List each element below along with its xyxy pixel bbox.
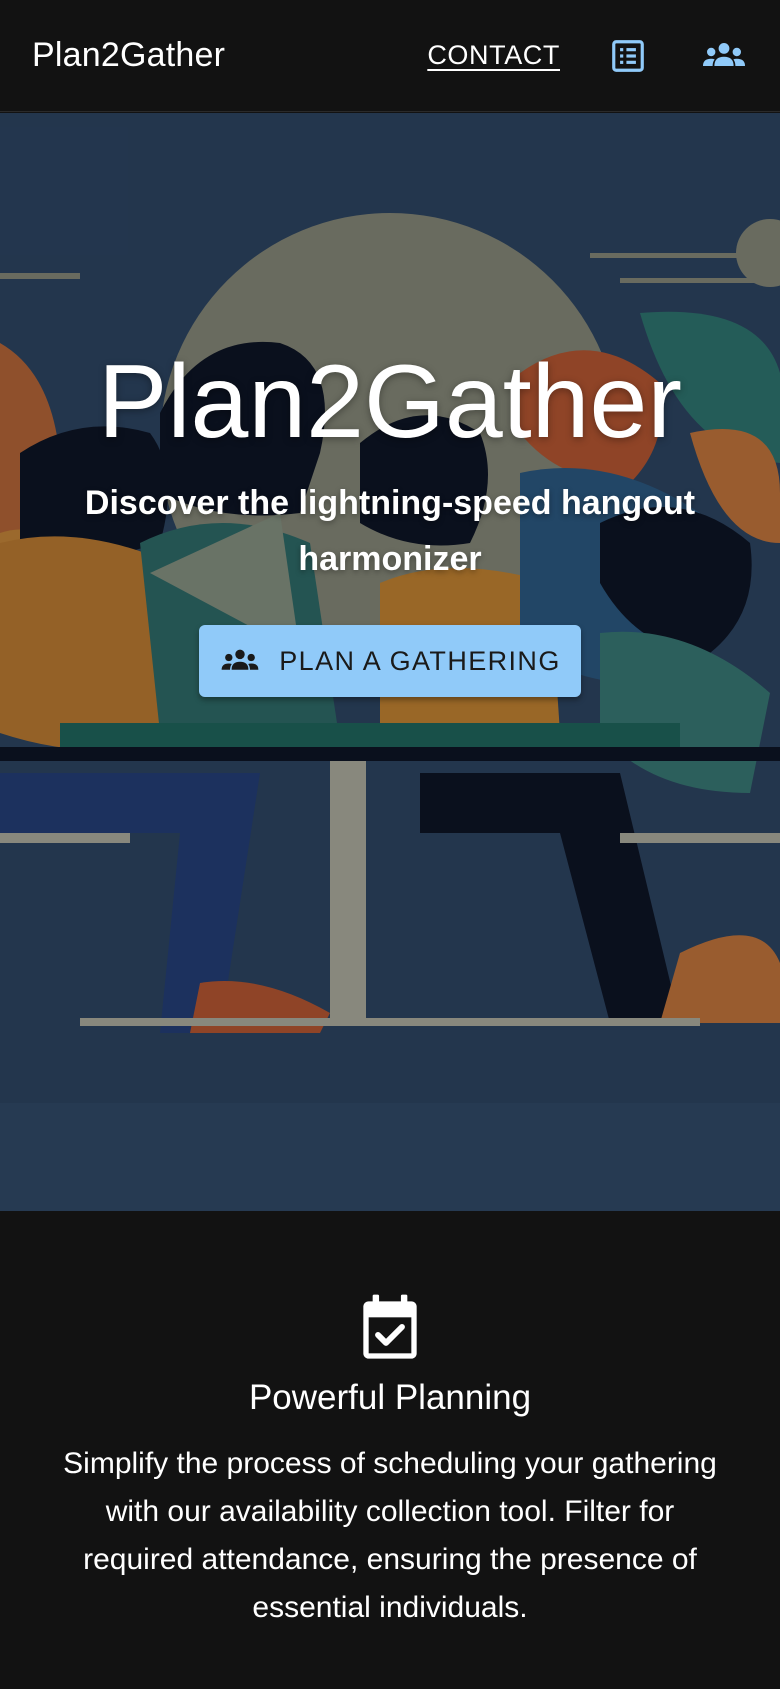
feature-title: Powerful Planning [248, 1378, 532, 1417]
header-nav: CONTACT [427, 32, 748, 80]
plan-gathering-label: PLAN A GATHERING [279, 645, 561, 676]
hero-content: Plan2Gather Discover the lightning-speed… [0, 344, 780, 698]
groups-icon [703, 42, 745, 66]
list-alt-icon [612, 39, 644, 72]
hero-title: Plan2Gather [98, 344, 682, 460]
event-available-icon [363, 1294, 417, 1359]
brand-title[interactable]: Plan2Gather [32, 36, 225, 75]
groups-icon [219, 640, 261, 682]
hero-subtitle: Discover the lightning-speed hangout har… [84, 484, 696, 579]
list-button[interactable] [604, 32, 652, 80]
groups-button[interactable] [700, 32, 748, 80]
features-section: Powerful Planning Simplify the process o… [0, 1211, 780, 1689]
feature-description: Simplify the process of scheduling your … [63, 1447, 717, 1624]
feature-card: Powerful Planning Simplify the process o… [0, 1211, 780, 1632]
plan-gathering-button[interactable]: PLAN A GATHERING [199, 625, 581, 698]
app-header: Plan2Gather CONTACT [0, 0, 780, 112]
contact-link[interactable]: CONTACT [427, 40, 560, 71]
hero-section: Plan2Gather Discover the lightning-speed… [0, 113, 780, 1211]
